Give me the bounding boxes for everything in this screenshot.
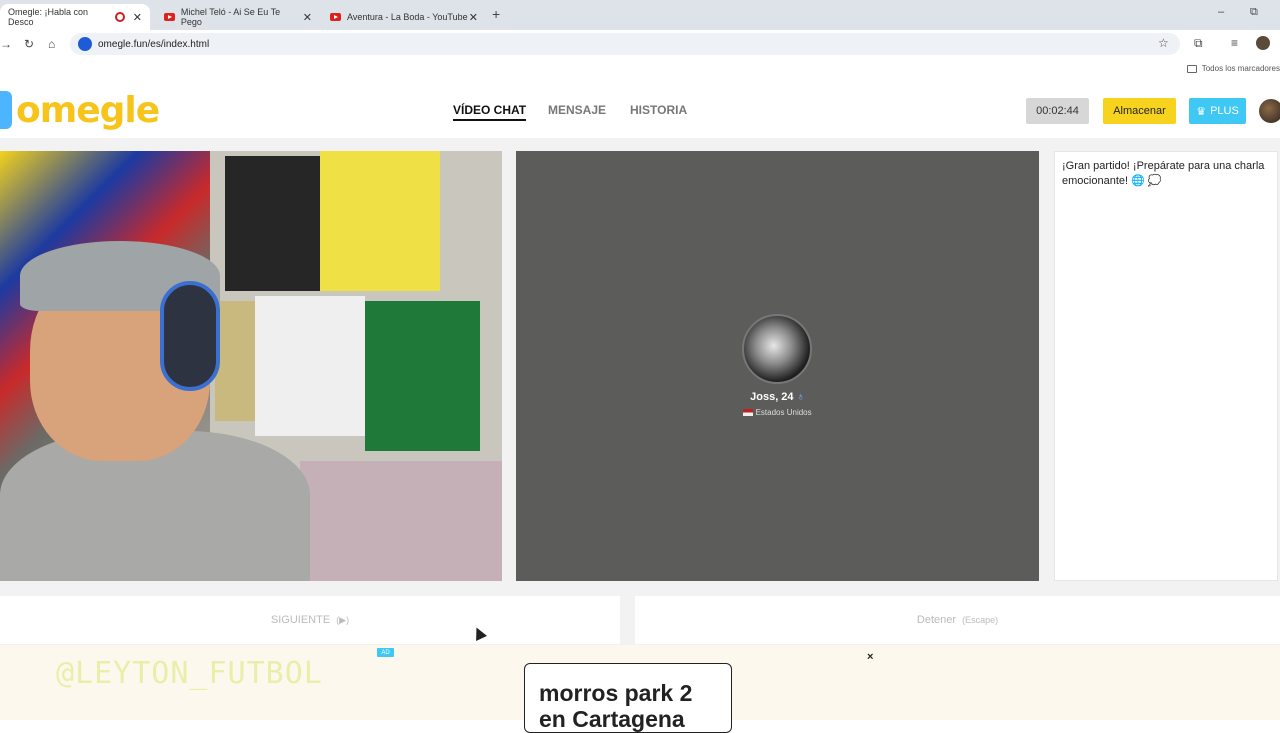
forward-icon[interactable]: → xyxy=(0,37,12,51)
recording-icon xyxy=(115,12,125,22)
ad-tag: AD xyxy=(377,648,394,657)
person-image xyxy=(0,241,320,581)
channel-watermark: @LEYTON_FUTBOL xyxy=(56,656,323,691)
logo-mark xyxy=(0,91,12,129)
plus-button[interactable]: ♛ PLUS xyxy=(1189,98,1246,124)
reload-icon[interactable]: ↻ xyxy=(24,37,34,51)
restore-button[interactable]: ⧉ xyxy=(1250,6,1258,19)
chat-message: ¡Gran partido! ¡Prepárate para una charl… xyxy=(1062,160,1265,187)
stranger-country: Estados Unidos xyxy=(516,408,1039,417)
address-bar[interactable]: omegle.fun/es/index.html xyxy=(70,33,1180,55)
stop-button[interactable]: Detener (Escape) xyxy=(635,596,1280,644)
tab-omegle[interactable]: Omegle: ¡Habla con Desco ✕ xyxy=(0,4,150,30)
home-icon[interactable]: ⌂ xyxy=(48,37,55,51)
bed-image xyxy=(300,461,502,581)
extensions-icon[interactable]: ⧉ xyxy=(1194,36,1203,51)
media-controls-icon[interactable]: ≡ xyxy=(1231,36,1238,50)
new-tab-button[interactable]: + xyxy=(492,6,500,22)
jersey-image xyxy=(320,151,440,291)
tab-michel-telo[interactable]: Michel Teló - Ai Se Eu Te Pego ✕ xyxy=(156,4,320,30)
user-avatar[interactable] xyxy=(1259,99,1280,123)
tab-title: Michel Teló - Ai Se Eu Te Pego xyxy=(180,7,281,27)
logo-text: omegle xyxy=(16,89,160,131)
omegle-logo[interactable]: omegle xyxy=(0,89,160,131)
chat-panel: ¡Gran partido! ¡Prepárate para una charl… xyxy=(1054,151,1278,581)
all-bookmarks-label: Todos los marcadores xyxy=(1201,64,1280,73)
next-label: SIGUIENTE xyxy=(270,614,331,626)
close-icon[interactable]: ✕ xyxy=(303,11,312,24)
next-hint: (▶) xyxy=(336,614,350,625)
jersey-image xyxy=(365,301,480,451)
nav-history[interactable]: HISTORIA xyxy=(630,103,687,117)
minimize-button[interactable]: – xyxy=(1218,6,1224,18)
browser-toolbar: → ↻ ⌂ omegle.fun/es/index.html xyxy=(0,30,1280,58)
plus-label: PLUS xyxy=(1210,105,1239,117)
ad-box[interactable]: morros park 2 en Cartagena xyxy=(524,663,732,733)
bookmarks-bar: Todos los marcadores xyxy=(0,58,1280,82)
call-timer: 00:02:44 xyxy=(1026,98,1089,124)
stranger-name: Joss, 24 ♁ xyxy=(750,391,805,403)
folder-icon xyxy=(1186,64,1197,73)
youtube-icon xyxy=(164,13,175,21)
self-video-feed xyxy=(0,151,502,581)
url-text: omegle.fun/es/index.html xyxy=(98,38,210,50)
tab-title: Aventura - La Boda - YouTube xyxy=(347,12,468,22)
close-icon[interactable]: ✕ xyxy=(469,11,478,24)
profile-avatar[interactable] xyxy=(1256,36,1270,50)
tab-title: Omegle: ¡Habla con Desco xyxy=(8,7,89,27)
site-info-icon[interactable] xyxy=(78,37,92,51)
stranger-avatar xyxy=(742,314,812,384)
ring-icon: ♁ xyxy=(796,391,805,403)
us-flag-icon xyxy=(743,409,754,417)
tab-aventura[interactable]: Aventura - La Boda - YouTube ✕ xyxy=(322,4,486,30)
stranger-video-feed: Joss, 24 ♁ Estados Unidos xyxy=(516,151,1039,581)
bookmark-star-icon[interactable]: ☆ xyxy=(1158,36,1169,50)
all-bookmarks-button[interactable]: Todos los marcadores xyxy=(1186,64,1280,73)
store-button[interactable]: Almacenar xyxy=(1103,98,1176,124)
browser-tab-strip: Omegle: ¡Habla con Desco ✕ Michel Teló -… xyxy=(0,0,1280,30)
stop-label: Detener xyxy=(916,614,957,626)
close-icon[interactable]: ✕ xyxy=(133,11,142,24)
site-header: omegle VÍDEO CHAT MENSAJE HISTORIA 00:02… xyxy=(0,82,1280,138)
youtube-icon xyxy=(330,13,341,21)
headphones-image xyxy=(160,281,220,391)
nav-video-chat[interactable]: VÍDEO CHAT xyxy=(453,103,527,121)
ad-close-button[interactable]: × xyxy=(867,651,873,663)
crown-icon: ♛ xyxy=(1196,105,1207,118)
next-button[interactable]: SIGUIENTE (▶) xyxy=(0,596,620,644)
stop-hint: (Escape) xyxy=(962,615,999,625)
nav-message[interactable]: MENSAJE xyxy=(548,103,606,117)
